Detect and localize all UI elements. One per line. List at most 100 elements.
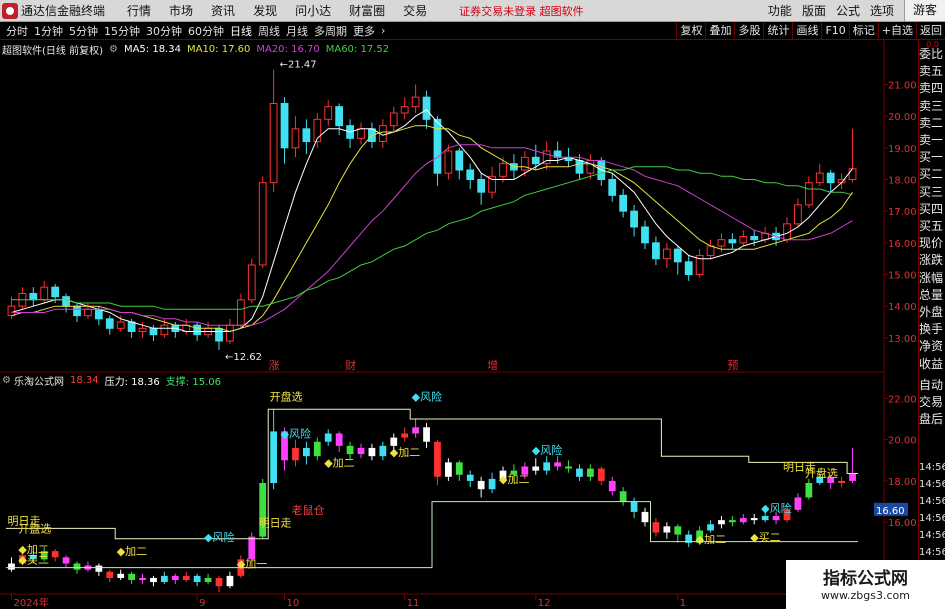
more-chevron-icon[interactable]: ›: [381, 24, 385, 37]
f10-button[interactable]: F10: [821, 22, 848, 40]
menu-bar: 通达信金融终端 行情 市场 资讯 发现 问小达 财富圈 交易 证券交易未登录 超…: [0, 0, 945, 22]
sub-candle-body: [434, 441, 441, 477]
menu-market[interactable]: 市场: [169, 2, 193, 19]
panel-label[interactable]: 交易: [919, 394, 945, 411]
panel-label[interactable]: 委比: [919, 46, 945, 63]
main-y-tick-label: 17.00: [888, 207, 917, 218]
guest-button[interactable]: 游客: [903, 0, 945, 21]
main-y-tick-label: 18.00: [888, 176, 917, 187]
menu-options[interactable]: 选项: [870, 2, 894, 19]
sub-y-tick-label: 18.00: [888, 477, 917, 488]
sub-candle-body: [248, 536, 256, 560]
period-monthly[interactable]: 月线: [286, 23, 308, 39]
main-candle-body: [586, 160, 595, 174]
period-5min[interactable]: 5分钟: [69, 23, 98, 39]
period-60min[interactable]: 60分钟: [188, 23, 224, 39]
main-candle-body: [444, 150, 453, 174]
sub-candle-body: [51, 551, 59, 558]
menu-function[interactable]: 功能: [768, 2, 792, 19]
add-watchlist-button[interactable]: +自选: [877, 22, 916, 40]
sub-candle-body: [718, 520, 725, 525]
panel-label[interactable]: 买三: [919, 184, 945, 201]
panel-label[interactable]: 换手: [919, 321, 945, 338]
sub-candle-body: [586, 468, 594, 477]
panel-label[interactable]: 卖三: [919, 98, 945, 115]
sub-candle-body: [707, 524, 714, 531]
sub-candle-body: [641, 511, 649, 523]
sub-candle-body: [739, 518, 747, 523]
main-candle-body: [630, 210, 638, 228]
main-candle-body: [739, 236, 748, 244]
signal-label: ◆加二: [696, 533, 726, 546]
panel-label[interactable]: 卖二: [919, 115, 945, 132]
panel-label[interactable]: 涨幅: [919, 270, 945, 287]
panel-label[interactable]: 自动: [919, 377, 945, 394]
draw-line-button[interactable]: 画线: [792, 22, 821, 40]
menu-layout[interactable]: 版面: [802, 2, 826, 19]
overlay-button[interactable]: 叠加: [705, 22, 734, 40]
kline-chart-area[interactable]: 13.00 14.00 15.00 16.00 17.00 18.00 19.00 20.00…: [0, 40, 918, 609]
menu-news[interactable]: 资讯: [211, 2, 235, 19]
mark-button[interactable]: 标记: [848, 22, 878, 40]
panel-label[interactable]: 卖四: [919, 80, 945, 97]
sub-candle-body: [62, 557, 70, 564]
panel-label[interactable]: 买一: [919, 149, 945, 166]
panel-label[interactable]: 总量: [919, 287, 945, 304]
panel-time: 14:56: [919, 462, 945, 473]
panel-label[interactable]: 现价: [919, 235, 945, 252]
signal-label: ◆加一: [237, 558, 267, 571]
signal-label: ◆加二: [499, 473, 529, 486]
sub-candle-body: [160, 575, 168, 583]
panel-label[interactable]: 收益: [919, 356, 945, 373]
sub-settings-gear-icon[interactable]: ⚙: [2, 375, 11, 386]
period-1min[interactable]: 1分钟: [34, 23, 63, 39]
main-candle-body: [422, 96, 431, 120]
menu-quotes[interactable]: 行情: [127, 2, 151, 19]
main-candle-body: [662, 248, 671, 260]
main-candle-body: [62, 296, 70, 307]
panel-label[interactable]: 涨跌: [919, 252, 945, 269]
main-candle-body: [673, 248, 682, 263]
sub-candle-body: [215, 577, 223, 587]
period-15min[interactable]: 15分钟: [104, 23, 140, 39]
period-timeshare[interactable]: 分时: [6, 23, 28, 39]
main-candle-body: [455, 150, 464, 171]
multi-stock-button[interactable]: 多股: [734, 22, 763, 40]
period-more[interactable]: 更多: [353, 23, 375, 39]
panel-label[interactable]: 买四: [919, 201, 945, 218]
settings-gear-icon[interactable]: ⚙: [109, 44, 118, 55]
menu-discover[interactable]: 发现: [253, 2, 277, 19]
sub-candle-body: [390, 437, 398, 446]
panel-label[interactable]: 买五: [919, 218, 945, 235]
panel-label[interactable]: 卖五: [919, 63, 945, 80]
menu-wealth[interactable]: 财富圈: [349, 2, 385, 19]
period-daily[interactable]: 日线: [230, 23, 252, 39]
panel-label[interactable]: 卖一: [919, 132, 945, 149]
panel-label[interactable]: 外盘: [919, 304, 945, 321]
panel-label[interactable]: 净资: [919, 338, 945, 355]
panel-label[interactable]: 买二: [919, 166, 945, 183]
panel-time: 14:56: [919, 547, 945, 558]
main-candle-body: [226, 324, 234, 342]
signal-label: ◆风险: [412, 389, 442, 403]
period-multi[interactable]: 多周期: [314, 23, 347, 39]
sub-candle-body: [772, 516, 780, 521]
signal-label: ◆风险: [532, 443, 562, 457]
period-30min[interactable]: 30分钟: [146, 23, 182, 39]
period-weekly[interactable]: 周线: [258, 23, 280, 39]
stats-button[interactable]: 统计: [763, 22, 792, 40]
menu-ask[interactable]: 问小达: [295, 2, 331, 19]
menu-formula[interactable]: 公式: [836, 2, 860, 19]
back-button[interactable]: 返回: [916, 22, 945, 40]
main-candle-body: [477, 179, 486, 193]
menu-trade[interactable]: 交易: [403, 2, 427, 19]
panel-time: 14:56: [919, 530, 945, 541]
sub-candle-body: [117, 573, 125, 578]
signal-label: 开盘选: [805, 466, 838, 480]
main-candle-body: [684, 261, 693, 275]
sub-candle-body: [423, 427, 430, 442]
panel-label[interactable]: 盘后: [919, 411, 945, 428]
main-candle-body: [236, 299, 245, 326]
adjust-button[interactable]: 复权: [676, 22, 705, 40]
sub-candle-body: [171, 575, 179, 580]
